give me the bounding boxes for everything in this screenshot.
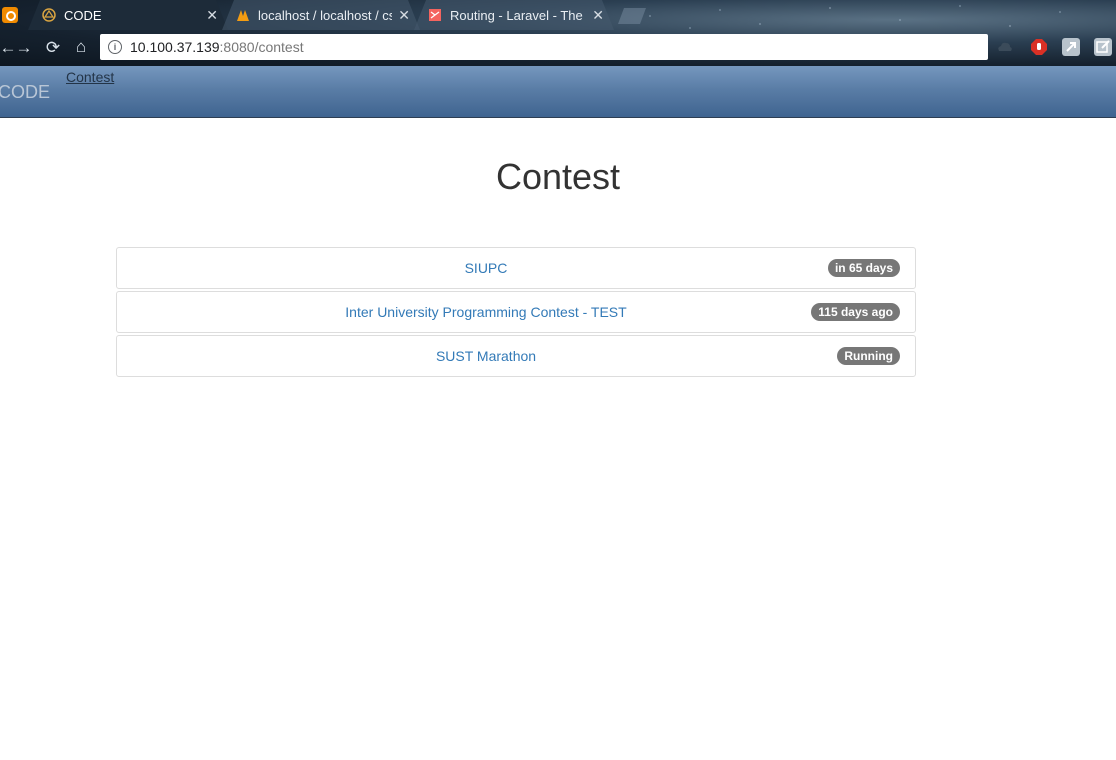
tab-code[interactable]: CODE ✕ xyxy=(28,0,228,30)
site-info-icon[interactable]: i xyxy=(108,40,122,54)
status-badge: 115 days ago xyxy=(811,303,900,321)
code-favicon-icon xyxy=(42,8,56,22)
extension-edit-icon[interactable] xyxy=(1094,38,1112,56)
contest-link[interactable]: SUST Marathon xyxy=(117,336,915,376)
close-tab-icon[interactable]: ✕ xyxy=(398,7,410,24)
list-item: Inter University Programming Contest - T… xyxy=(116,291,916,333)
contest-link[interactable]: Inter University Programming Contest - T… xyxy=(117,292,915,332)
brand-logo-text[interactable]: CODE xyxy=(0,82,50,103)
list-item: SUST Marathon Running xyxy=(116,335,916,377)
nav-link-contest[interactable]: Contest xyxy=(66,69,114,85)
page-title: Contest xyxy=(495,156,621,197)
tab-title: localhost / localhost / cs xyxy=(258,7,393,23)
extension-arrow-icon[interactable] xyxy=(1062,38,1080,56)
home-icon[interactable]: ⌂ xyxy=(71,37,91,57)
browser-chrome: CODE ✕ localhost / localhost / cs ✕ Rout… xyxy=(0,0,1116,66)
forward-icon[interactable]: → xyxy=(14,38,34,58)
close-tab-icon[interactable]: ✕ xyxy=(592,7,604,24)
extension-cloud-icon[interactable] xyxy=(996,38,1014,56)
contest-list: SIUPC in 65 days Inter University Progra… xyxy=(116,247,916,379)
launcher-icon[interactable] xyxy=(2,7,18,23)
tab-title: Routing - Laravel - The f xyxy=(450,7,587,23)
list-item: SIUPC in 65 days xyxy=(116,247,916,289)
app-navbar: CODE Contest xyxy=(0,66,1116,118)
contest-link[interactable]: SIUPC xyxy=(117,248,915,288)
status-badge: Running xyxy=(837,347,900,365)
address-bar[interactable]: i 10.100.37.139:8080/contest xyxy=(100,34,988,60)
status-badge: in 65 days xyxy=(827,259,900,277)
tab-phpmyadmin[interactable]: localhost / localhost / cs ✕ xyxy=(222,0,420,30)
close-tab-icon[interactable]: ✕ xyxy=(206,7,218,24)
reload-icon[interactable]: ⟳ xyxy=(43,38,63,58)
laravel-favicon-icon xyxy=(428,8,442,22)
url-path: :8080/contest xyxy=(219,39,304,55)
tab-title: CODE xyxy=(64,7,102,23)
url-host: 10.100.37.139 xyxy=(130,39,220,55)
phpmyadmin-favicon-icon xyxy=(236,8,250,22)
adblock-icon[interactable] xyxy=(1030,38,1048,56)
tab-laravel-routing[interactable]: Routing - Laravel - The f ✕ xyxy=(414,0,614,30)
